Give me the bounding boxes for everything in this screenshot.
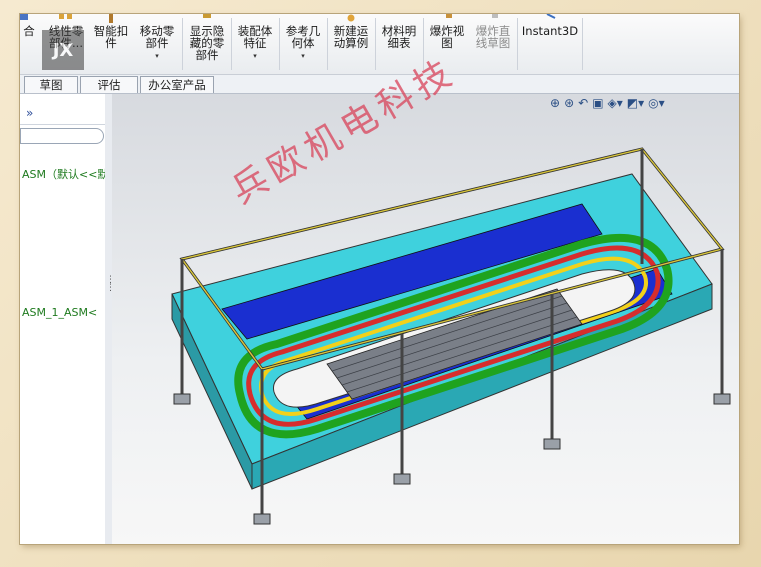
ribbon-label: 参考几 何体 [285,24,321,50]
tree-item-subassembly[interactable]: ASM_1_ASM< [22,306,97,319]
ribbon-label: 智能扣 件 [93,24,129,50]
graphics-viewport[interactable] [112,94,739,544]
tree-filter-input[interactable] [20,128,104,144]
move-component-icon [146,14,168,24]
tab-evaluate[interactable]: 评估 [80,76,138,93]
chevron-down-icon[interactable]: ▾ [253,50,257,62]
ribbon-button-reference-geometry[interactable]: 参考几 何体 ▾ [280,14,326,74]
ribbon-label: 合 [23,24,35,38]
command-manager-ribbon: 合 线性零 部件... 智能扣 件 移动零 部件 ▾ 显示隐 藏的零 部件 装配… [20,14,739,75]
tree-item-assembly[interactable]: ASM（默认<<默 [22,166,108,182]
panel-splitter[interactable] [105,94,112,544]
panel-header: » [20,104,105,125]
section-view-icon[interactable]: ▣ [592,96,603,114]
tab-sketch[interactable]: 草图 [24,76,78,93]
combine-icon [20,14,28,20]
previous-view-icon[interactable]: ↶ [578,96,588,114]
assembly-model [171,147,731,525]
ribbon-button-motion-study[interactable]: 新建运 动算例 [328,14,374,74]
ribbon-button-move-component[interactable]: 移动零 部件 ▾ [134,14,180,74]
feature-manager-panel: » ASM（默认<<默 ASM_1_ASM< [20,94,108,544]
bom-icon [388,14,410,24]
ribbon-label: 显示隐 藏的零 部件 [189,24,225,62]
expand-chevron-icon[interactable]: » [26,106,33,120]
ribbon-button-smart-fasteners[interactable]: 智能扣 件 [90,14,132,74]
ribbon-button-combine[interactable]: 合 [20,14,38,74]
hide-show-items-icon[interactable]: ◎▾ [648,96,665,114]
view-orientation-icon[interactable]: ◈▾ [608,96,623,114]
instant3d-icon [546,14,556,19]
exploded-view-icon [446,14,452,18]
ribbon-button-show-hidden[interactable]: 显示隐 藏的零 部件 [184,14,230,74]
ribbon-separator [517,18,518,70]
ribbon-label: 爆炸直 线草图 [475,24,511,50]
ribbon-label: 移动零 部件 [139,24,175,50]
display-style-icon[interactable]: ◩▾ [627,96,644,114]
solidworks-window: 合 线性零 部件... 智能扣 件 移动零 部件 ▾ 显示隐 藏的零 部件 装配… [20,14,739,544]
heads-up-view-toolbar: ⊕ ⊛ ↶ ▣ ◈▾ ◩▾ ◎▾ [550,96,665,114]
tab-office-products[interactable]: 办公室产品 [140,76,214,93]
show-hidden-icon [203,14,211,18]
linear-pattern-icon [59,14,72,19]
ribbon-label: 装配体 特征 [237,24,273,50]
ribbon-button-assembly-features[interactable]: 装配体 特征 ▾ [232,14,278,74]
zoom-area-icon[interactable]: ⊛ [564,96,574,114]
motion-study-icon [347,14,355,22]
ribbon-label: Instant3D [521,24,579,38]
chevron-down-icon[interactable]: ▾ [301,50,305,62]
ribbon-separator [182,18,183,70]
ribbon-separator [582,18,583,70]
reference-geometry-icon [292,14,314,24]
ribbon-label: 材料明 细表 [381,24,417,50]
logo-overlay: JX [42,30,84,70]
smart-fasteners-icon [109,14,113,23]
explode-line-sketch-icon [492,14,498,18]
assembly-features-icon [244,14,266,24]
ribbon-button-instant3d[interactable]: Instant3D [520,14,580,74]
ribbon-button-explode-line-sketch[interactable]: 爆炸直 线草图 [470,14,516,74]
chevron-down-icon[interactable]: ▾ [155,50,159,62]
ribbon-label: 新建运 动算例 [333,24,369,50]
zoom-to-fit-icon[interactable]: ⊕ [550,96,560,114]
